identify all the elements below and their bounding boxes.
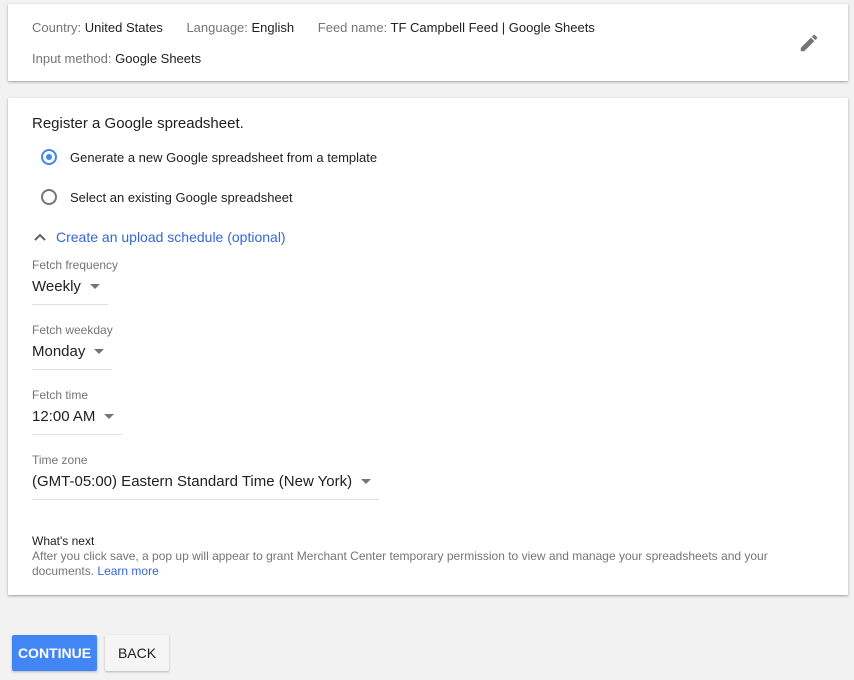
- radio-select-existing-label: Select an existing Google spreadsheet: [70, 189, 293, 205]
- feed-name-value: TF Campbell Feed | Google Sheets: [390, 20, 595, 35]
- fetch-weekday-select[interactable]: Monday: [32, 343, 113, 370]
- language-info: Language: English: [186, 20, 297, 35]
- language-value: English: [251, 20, 295, 35]
- back-button[interactable]: BACK: [105, 635, 169, 671]
- summary-row-1: Country: United States Language: English…: [32, 20, 615, 35]
- fetch-time-field: Fetch time 12:00 AM: [32, 388, 123, 435]
- fetch-frequency-label: Fetch frequency: [32, 258, 119, 272]
- pencil-icon: [800, 34, 818, 52]
- input-method-value: Google Sheets: [115, 51, 202, 66]
- dropdown-arrow-icon: [104, 414, 115, 419]
- input-method-label: Input method:: [32, 51, 112, 66]
- whats-next-title: What's next: [32, 534, 95, 548]
- dropdown-arrow-icon: [361, 479, 372, 484]
- fetch-weekday-field: Fetch weekday Monday: [32, 323, 113, 370]
- upload-schedule-toggle[interactable]: Create an upload schedule (optional): [33, 229, 286, 245]
- radio-generate-new[interactable]: Generate a new Google spreadsheet from a…: [41, 149, 377, 165]
- dropdown-arrow-icon: [94, 349, 105, 354]
- radio-generate-new-label: Generate a new Google spreadsheet from a…: [70, 149, 378, 165]
- time-zone-field: Time zone (GMT-05:00) Eastern Standard T…: [32, 453, 380, 500]
- time-zone-select[interactable]: (GMT-05:00) Eastern Standard Time (New Y…: [32, 473, 380, 500]
- time-zone-label: Time zone: [32, 453, 88, 467]
- country-info: Country: United States: [32, 20, 166, 35]
- whats-next-section: What's next After you click save, a pop …: [32, 534, 808, 579]
- chevron-up-icon: [34, 233, 46, 241]
- time-zone-value: (GMT-05:00) Eastern Standard Time (New Y…: [32, 473, 353, 490]
- upload-schedule-label: Create an upload schedule (optional): [56, 229, 286, 245]
- fetch-time-value: 12:00 AM: [32, 408, 96, 425]
- fetch-frequency-value: Weekly: [32, 278, 81, 295]
- feed-summary-card: Country: United States Language: English…: [8, 4, 848, 81]
- summary-row-2: Input method: Google Sheets: [32, 51, 201, 66]
- feed-name-info: Feed name: TF Campbell Feed | Google She…: [318, 20, 595, 35]
- country-value: United States: [84, 20, 163, 35]
- radio-unchecked-icon[interactable]: [41, 189, 57, 205]
- fetch-weekday-value: Monday: [32, 343, 86, 360]
- radio-checked-icon[interactable]: [41, 149, 57, 165]
- fetch-time-label: Fetch time: [32, 388, 89, 402]
- fetch-time-select[interactable]: 12:00 AM: [32, 408, 123, 435]
- section-title: Register a Google spreadsheet.: [32, 115, 244, 132]
- country-label: Country:: [32, 20, 82, 35]
- radio-select-existing[interactable]: Select an existing Google spreadsheet: [41, 189, 293, 205]
- fetch-frequency-select[interactable]: Weekly: [32, 278, 108, 305]
- fetch-weekday-label: Fetch weekday: [32, 323, 113, 337]
- language-label: Language:: [186, 20, 248, 35]
- learn-more-link[interactable]: Learn more: [97, 564, 158, 578]
- register-spreadsheet-card: Register a Google spreadsheet. Generate …: [8, 98, 848, 595]
- fetch-frequency-field: Fetch frequency Weekly: [32, 258, 118, 305]
- edit-button[interactable]: [798, 32, 820, 54]
- continue-button[interactable]: CONTINUE: [12, 635, 97, 671]
- feed-name-label: Feed name:: [317, 20, 388, 35]
- whats-next-body: After you click save, a pop up will appe…: [32, 549, 808, 579]
- dropdown-arrow-icon: [89, 284, 100, 289]
